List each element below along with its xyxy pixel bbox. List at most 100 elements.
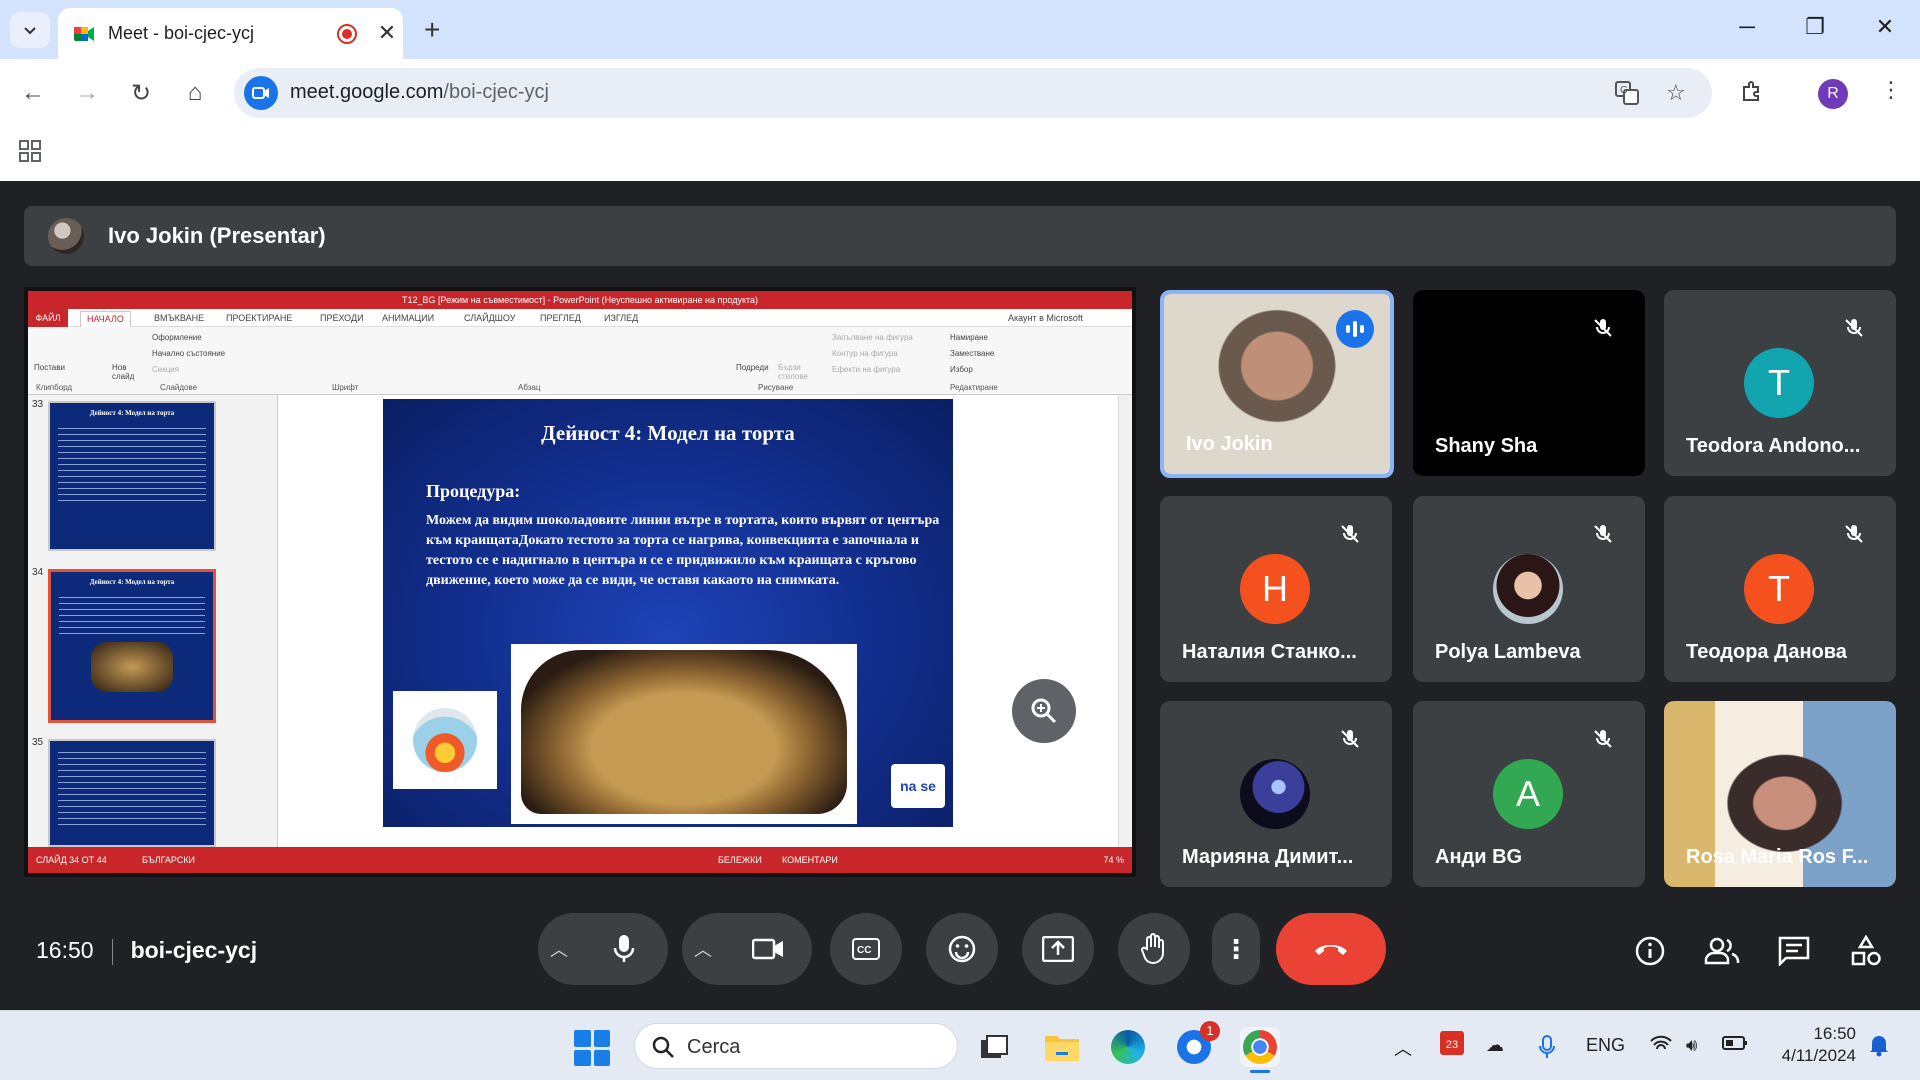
more-options-button[interactable]: ⋮ — [1212, 913, 1260, 985]
notifications-bell-icon[interactable] — [1868, 1033, 1890, 1062]
participant-tile[interactable]: Polya Lambeva — [1413, 496, 1645, 682]
video-options-chevron-icon[interactable]: ︿ — [694, 936, 712, 962]
address-bar[interactable]: meet.google.com/boi-cjec-ycj G ☆ — [234, 68, 1712, 118]
pp-arrange-button[interactable]: Подреди — [736, 363, 769, 372]
back-icon[interactable]: ← — [18, 79, 48, 107]
present-now-button[interactable] — [1022, 913, 1094, 985]
audio-options-chevron-icon[interactable]: ︿ — [550, 936, 568, 962]
pp-section-button[interactable]: Секция — [152, 365, 179, 374]
pp-shape-fill[interactable]: Запълване на фигура — [832, 333, 913, 342]
pp-menu-file[interactable]: ФАЙЛ — [28, 309, 68, 327]
participant-tile[interactable]: A Анди BG — [1413, 701, 1645, 887]
reactions-button[interactable] — [926, 913, 998, 985]
pp-find-button[interactable]: Намиране — [950, 333, 988, 342]
extensions-icon[interactable] — [1740, 79, 1764, 109]
participant-tile[interactable]: T Теодора Данова — [1664, 496, 1896, 682]
participant-tile[interactable]: Ivo Jokin — [1160, 290, 1394, 478]
hand-icon — [1141, 933, 1164, 965]
apps-grid-icon[interactable] — [18, 139, 42, 163]
profile-avatar[interactable]: R — [1818, 79, 1848, 109]
captions-button[interactable]: CC — [830, 913, 902, 985]
pp-menu-insert[interactable]: ВМЪКВАНЕ — [154, 313, 204, 323]
pp-comments-button[interactable]: КОМЕНТАРИ — [782, 855, 838, 865]
calendar-tray-icon[interactable]: 23 — [1440, 1031, 1464, 1055]
activities-button[interactable] — [1848, 933, 1884, 969]
leave-call-button[interactable] — [1276, 913, 1386, 985]
zoom-in-button[interactable] — [1012, 679, 1076, 743]
system-clock[interactable]: 16:50 4/11/2024 — [1770, 1023, 1856, 1067]
site-info-icon[interactable] — [244, 76, 278, 110]
mic-tray-icon[interactable] — [1538, 1035, 1556, 1064]
pp-paste-button[interactable]: Постави — [34, 363, 65, 372]
chrome-taskbar-icon[interactable] — [1240, 1027, 1280, 1073]
mic-off-icon — [1587, 518, 1619, 550]
minimize-icon[interactable]: ─ — [1732, 14, 1762, 40]
pp-menu-design[interactable]: ПРОЕКТИРАНЕ — [226, 313, 292, 323]
slide-procedure-heading: Процедура: — [426, 481, 521, 501]
pp-replace-button[interactable]: Заместване — [950, 349, 994, 358]
recording-indicator-icon — [337, 24, 357, 44]
tab-close-icon[interactable]: ✕ — [374, 20, 400, 46]
participant-tile[interactable]: H Наталия Станко... — [1160, 496, 1392, 682]
pp-shape-outline[interactable]: Контур на фигура — [832, 349, 898, 358]
onedrive-offline-icon[interactable]: ☁ — [1486, 1035, 1504, 1056]
new-tab-button[interactable]: + — [424, 14, 440, 46]
pp-select-button[interactable]: Избор — [950, 365, 973, 374]
slide-thumbnail[interactable] — [48, 739, 216, 847]
show-hidden-icons-chevron-icon[interactable]: ︿ — [1394, 1035, 1412, 1061]
reload-icon[interactable]: ↻ — [126, 79, 156, 108]
pp-menu-home[interactable]: НАЧАЛО — [80, 311, 131, 327]
svg-text:G: G — [1620, 85, 1628, 96]
raise-hand-button[interactable] — [1118, 913, 1190, 985]
participant-tile[interactable]: Shany Sha — [1413, 290, 1645, 476]
slide-thumbnail-selected[interactable]: Дейност 4: Модел на торта — [48, 569, 216, 723]
pp-menu-review[interactable]: ПРЕГЛЕД — [540, 313, 581, 323]
restore-icon[interactable]: ❐ — [1800, 14, 1830, 40]
browser-tab[interactable]: Meet - boi-cjec-ycj ✕ — [58, 8, 403, 59]
participant-tile[interactable]: T Teodora Andono... — [1664, 290, 1896, 476]
participant-tile[interactable]: Rosa Maria Ros F... — [1664, 701, 1896, 887]
battery-icon[interactable] — [1722, 1035, 1748, 1056]
pp-menu-slideshow[interactable]: СЛАЙДШОУ — [464, 313, 515, 323]
tab-search-chevron-icon[interactable] — [10, 12, 50, 48]
pp-menu-animations[interactable]: АНИМАЦИИ — [382, 313, 434, 323]
slide-thumbnail[interactable]: Дейност 4: Модел на торта — [48, 401, 216, 551]
pp-menu-bar: ФАЙЛ НАЧАЛО ВМЪКВАНЕ ПРОЕКТИРАНЕ ПРЕХОДИ… — [28, 309, 1132, 327]
pp-new-slide-button[interactable]: Нов слайд — [112, 363, 142, 381]
taskbar-search[interactable]: Cerca — [634, 1023, 958, 1069]
volume-icon[interactable]: 🔊︎ — [1686, 1035, 1697, 1056]
pp-quick-styles-button[interactable]: Бързи стилове — [778, 363, 812, 381]
mic-off-icon — [1587, 723, 1619, 755]
file-explorer-icon[interactable] — [1042, 1027, 1082, 1067]
chat-button[interactable] — [1776, 933, 1812, 969]
meeting-details-button[interactable] — [1632, 933, 1668, 969]
pp-slide-counter: СЛАЙД 34 ОТ 44 — [36, 855, 107, 865]
windows-start-icon[interactable] — [574, 1030, 610, 1066]
forward-icon[interactable]: → — [72, 79, 102, 107]
wifi-icon[interactable] — [1650, 1035, 1672, 1058]
home-icon[interactable]: ⌂ — [180, 79, 210, 107]
translate-icon[interactable]: G — [1614, 80, 1640, 112]
input-language[interactable]: ENG — [1586, 1035, 1625, 1056]
camera-button[interactable] — [736, 917, 800, 981]
microphone-button[interactable] — [592, 917, 656, 981]
participant-name: Ivo Jokin — [1186, 433, 1273, 455]
copilot-app-icon[interactable]: 1 — [1174, 1021, 1220, 1067]
chrome-menu-icon[interactable]: ⋮ — [1880, 77, 1902, 103]
people-button[interactable] — [1704, 933, 1740, 969]
pp-notes-button[interactable]: БЕЛЕЖКИ — [718, 855, 762, 865]
task-view-icon[interactable] — [974, 1027, 1014, 1067]
edge-browser-icon[interactable] — [1108, 1027, 1148, 1067]
bookmark-star-icon[interactable]: ☆ — [1666, 80, 1686, 106]
pp-reset-button[interactable]: Начално състояние — [152, 349, 225, 358]
pp-menu-view[interactable]: ИЗГЛЕД — [604, 313, 638, 323]
pp-menu-transitions[interactable]: ПРЕХОДИ — [320, 313, 364, 323]
window-close-icon[interactable]: ✕ — [1870, 14, 1900, 40]
pp-shape-effects[interactable]: Ефекти на фигура — [832, 365, 900, 374]
participant-name: Наталия Станко... — [1182, 641, 1357, 663]
pp-zoom-level[interactable]: 74 % — [1103, 855, 1124, 865]
pp-layout-button[interactable]: Оформление — [152, 333, 202, 342]
pp-vertical-scrollbar[interactable] — [1118, 395, 1132, 847]
participant-tile[interactable]: Марияна Димит... — [1160, 701, 1392, 887]
pp-account[interactable]: Акаунт в Microsoft — [1008, 313, 1083, 323]
